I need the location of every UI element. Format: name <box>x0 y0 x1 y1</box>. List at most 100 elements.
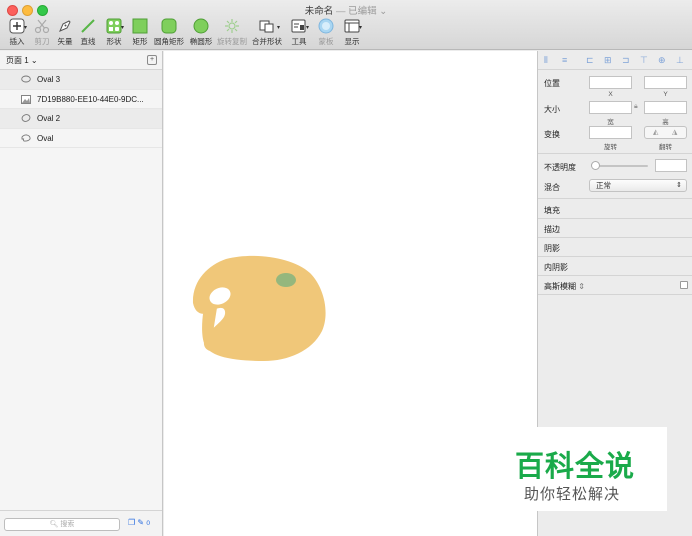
distribute-horizontal-icon[interactable]: ⫴ <box>544 55 548 66</box>
mask-label: 蒙板 <box>318 37 334 46</box>
divider <box>538 275 692 276</box>
line-icon <box>81 19 95 33</box>
x-field[interactable] <box>589 76 632 89</box>
width-label: 宽 <box>607 119 614 126</box>
inner-shadow-section[interactable]: 内阴影 <box>544 262 568 273</box>
insert-button[interactable]: ▾ 插入 <box>4 17 30 49</box>
transform-label: 变换 <box>544 130 560 139</box>
palette-shape[interactable] <box>192 255 326 361</box>
canvas[interactable] <box>164 51 537 536</box>
scissors-icon <box>34 19 50 34</box>
scissors-button[interactable]: 剪刀 <box>30 17 54 49</box>
height-field[interactable] <box>644 101 687 114</box>
gaussian-blur-checkbox[interactable] <box>680 281 688 289</box>
window-title: 未命名 — 已编辑 ⌄ <box>0 3 692 17</box>
y-label: Y <box>663 91 668 98</box>
distribute-vertical-icon[interactable]: ≡ <box>562 55 567 65</box>
align-left-icon[interactable]: ⊏ <box>586 55 594 66</box>
layer-row-image[interactable]: 7D19B880-EE10-44E0-9DC... <box>0 90 162 109</box>
layer-search-input[interactable]: 🔍︎ 搜索 <box>4 518 120 531</box>
align-bottom-icon[interactable]: ⊥ <box>676 55 684 66</box>
plus-icon <box>9 18 25 34</box>
rectangle-button[interactable]: 矩形 <box>129 17 151 49</box>
flip-horizontal-icon[interactable]: ◭ <box>653 128 658 136</box>
window-toolbar: 未命名 — 已编辑 ⌄ ▾ 插入 剪刀 矢量 直线 ▾ 形状 矩形 圆角矩形 椭… <box>0 0 692 50</box>
page-selector[interactable]: 页面 1 ⌄ + <box>0 51 162 70</box>
shadow-section[interactable]: 阴影 <box>544 243 560 254</box>
flip-vertical-icon[interactable]: ◮ <box>672 128 677 136</box>
align-middle-icon[interactable]: ⊕ <box>658 55 666 66</box>
layer-row-oval[interactable]: Oval <box>0 129 162 148</box>
tools-icon <box>291 19 306 33</box>
align-top-icon[interactable]: ⊤ <box>640 55 648 66</box>
flip-buttons[interactable]: ◭ ◮ <box>644 126 687 139</box>
oval-label: 椭圆形 <box>189 37 213 46</box>
watermark-title: 百科全说 <box>515 449 636 483</box>
opacity-label: 不透明度 <box>544 163 576 172</box>
line-button[interactable]: 直线 <box>77 17 99 49</box>
oval-icon <box>193 18 209 34</box>
oval-icon <box>21 114 31 122</box>
layer-name: 7D19B880-EE10-44E0-9DC... <box>37 94 144 104</box>
opacity-field[interactable] <box>655 159 687 172</box>
mask-icon <box>318 18 334 34</box>
union-icon <box>259 20 274 33</box>
divider <box>538 256 692 257</box>
combine-caret-icon: ▾ <box>277 25 281 31</box>
layers-panel: 页面 1 ⌄ + Oval 3 7D19B880-EE10-44E0-9DC..… <box>0 51 163 536</box>
display-icon <box>344 19 360 33</box>
green-paint-spot[interactable] <box>276 273 296 287</box>
chevron-down-icon: ⌄ <box>30 56 38 65</box>
layer-row-oval-3[interactable]: Oval 3 <box>0 70 162 90</box>
vector-button[interactable]: 矢量 <box>54 17 76 49</box>
combine-shapes-label: 合并形状 <box>252 37 282 46</box>
page-name: 页面 1 <box>6 56 29 65</box>
rotate-field[interactable] <box>589 126 632 139</box>
lock-icon[interactable]: 🔒︎ <box>634 103 638 111</box>
rounded-rectangle-button[interactable]: 圆角矩形 <box>153 17 185 49</box>
brush-icon[interactable]: ✎ <box>137 518 144 527</box>
page-title[interactable]: 页面 1 ⌄ <box>6 55 38 66</box>
align-center-icon[interactable]: ⊞ <box>604 55 612 66</box>
divider <box>538 237 692 238</box>
fill-section[interactable]: 填充 <box>544 205 560 216</box>
blend-mode-select[interactable]: 正常 ⇕ <box>589 179 687 192</box>
shape-button[interactable]: ▾ 形状 <box>101 17 127 49</box>
pen-icon <box>59 20 71 32</box>
shapes-icon <box>106 18 122 34</box>
tools-label: 工具 <box>291 37 307 46</box>
image-icon <box>21 94 31 104</box>
width-field[interactable] <box>589 101 632 114</box>
canvas-artwork[interactable] <box>164 51 537 536</box>
copy-icon[interactable]: ❐ <box>128 518 135 527</box>
chevron-down-icon[interactable]: ⌄ <box>377 6 387 17</box>
tools-caret-icon: ▾ <box>306 25 310 31</box>
shape-label: 形状 <box>106 37 122 46</box>
opacity-slider-handle[interactable] <box>591 161 600 170</box>
size-label: 大小 <box>544 105 560 114</box>
rotate-copy-label: 旋转复制 <box>217 37 247 46</box>
chevron-updown-icon: ⇕ <box>676 182 682 189</box>
oval-button[interactable]: 椭圆形 <box>188 17 214 49</box>
border-section[interactable]: 描边 <box>544 224 560 235</box>
divider <box>538 218 692 219</box>
oval-icon <box>21 75 31 83</box>
layer-name: Oval <box>37 133 54 143</box>
opacity-slider[interactable] <box>594 165 648 167</box>
tools-button[interactable]: ▾ 工具 <box>286 17 312 49</box>
search-icon: 🔍︎ <box>49 521 59 528</box>
document-name: 未命名 <box>304 6 334 17</box>
edit-status: 已编辑 <box>348 6 377 17</box>
y-field[interactable] <box>644 76 687 89</box>
gaussian-blur-section[interactable]: 高斯模糊 ⇕ <box>544 281 585 292</box>
layers-footer: 🔍︎ 搜索 ❐ ✎ 0 <box>0 510 162 536</box>
layer-row-oval-2[interactable]: Oval 2 <box>0 109 162 129</box>
line-label: 直线 <box>80 37 96 46</box>
add-page-icon[interactable]: + <box>147 55 157 65</box>
align-right-icon[interactable]: ⊐ <box>622 55 630 66</box>
mask-button[interactable]: 蒙板 <box>314 17 338 49</box>
rotate-copy-button[interactable]: 旋转复制 <box>216 17 248 49</box>
display-button[interactable]: ▾ 显示 <box>339 17 365 49</box>
x-label: X <box>608 91 613 98</box>
combine-shapes-button[interactable]: ▾ 合并形状 <box>250 17 284 49</box>
